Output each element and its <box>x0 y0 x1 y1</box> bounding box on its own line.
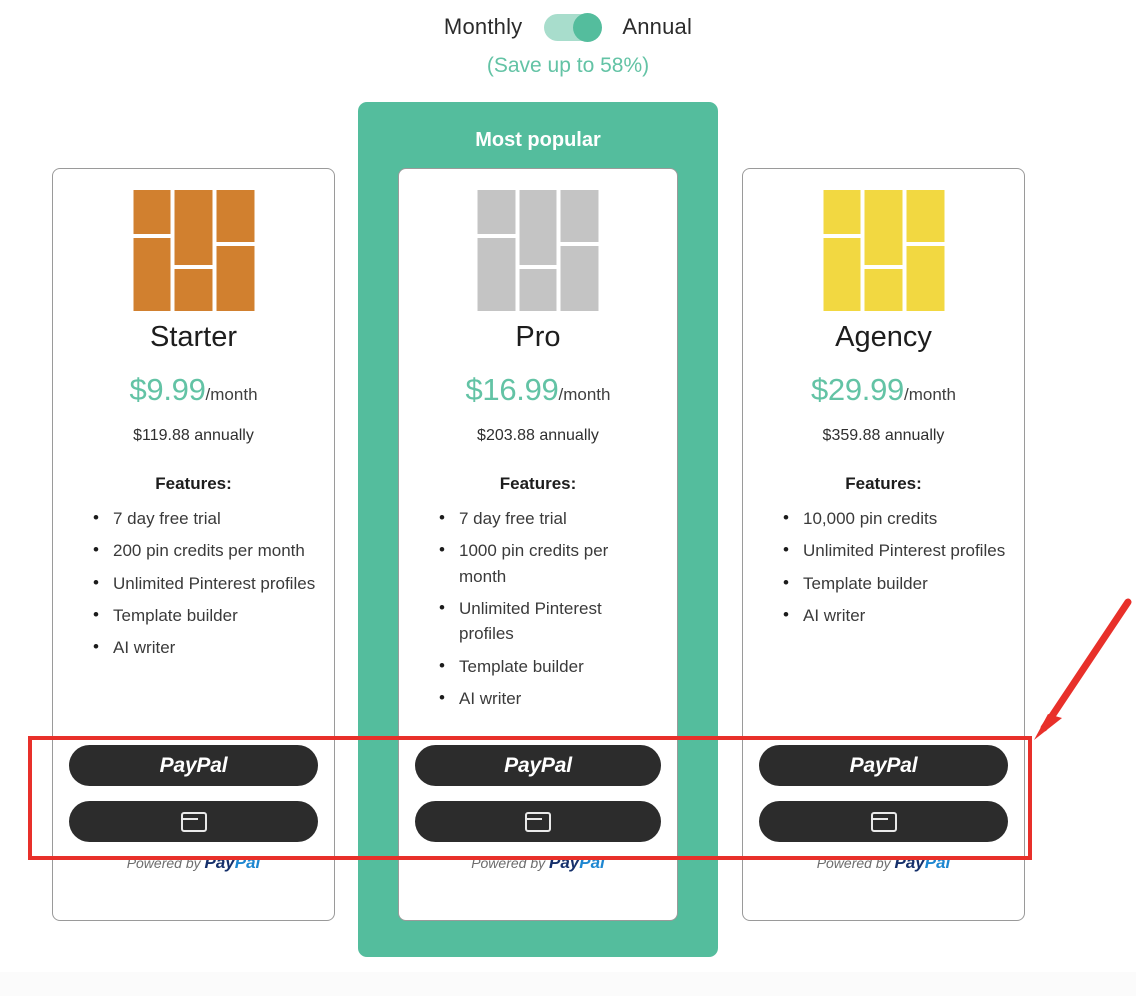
annotation-arrow-icon <box>1034 598 1132 740</box>
powered-by-paypal: Powered by PayPal <box>415 853 661 873</box>
feature-item: Unlimited Pinterest profiles <box>439 595 659 647</box>
feature-item: 7 day free trial <box>439 505 659 531</box>
payment-area: PayPal Powered by PayPal <box>415 745 661 873</box>
paypal-button[interactable]: PayPal <box>69 745 318 786</box>
monthly-label: Monthly <box>443 14 523 39</box>
feature-item: AI writer <box>439 685 659 711</box>
paypal-wordmark: PayPal <box>159 753 228 777</box>
billing-period-switch[interactable] <box>544 12 603 42</box>
price-amount: $29.99 <box>810 372 905 407</box>
features-heading: Features: <box>845 474 922 493</box>
debit-credit-card-button[interactable] <box>759 801 1008 842</box>
plan-price: $9.99/month <box>53 372 334 408</box>
plan-price: $29.99/month <box>743 372 1024 408</box>
payment-area: PayPal Powered by PayPal <box>759 745 1008 873</box>
features-list: 7 day free trial 1000 pin credits per mon… <box>437 505 659 718</box>
feature-item: Unlimited Pinterest profiles <box>783 537 1006 563</box>
plan-name: Starter <box>149 321 238 353</box>
page-bottom-band <box>0 972 1136 996</box>
paypal-pay-text: Pay <box>549 853 580 872</box>
feature-item: 7 day free trial <box>93 505 316 531</box>
paypal-button[interactable]: PayPal <box>415 745 661 786</box>
features-list: 10,000 pin credits Unlimited Pinterest pr… <box>781 505 1006 635</box>
paypal-wordmark: PayPal <box>849 753 918 777</box>
savings-note: (Save up to 58%) <box>486 54 650 77</box>
mosaic-grid-icon <box>133 190 254 311</box>
plan-annual-price: $119.88 annually <box>133 427 254 444</box>
most-popular-badge: Most popular <box>475 129 601 151</box>
annual-label: Annual <box>622 14 693 39</box>
plan-annual-price: $359.88 annually <box>822 427 945 444</box>
plan-price: $16.99/month <box>399 372 677 408</box>
paypal-pay-text: Pay <box>894 853 925 872</box>
plan-annual-price: $203.88 annually <box>477 427 599 444</box>
feature-item: Template builder <box>439 653 659 679</box>
credit-card-icon <box>525 811 551 832</box>
payment-area: PayPal Powered by PayPal <box>69 745 318 873</box>
powered-by-paypal: Powered by PayPal <box>759 853 1008 873</box>
plan-name: Pro <box>515 321 561 353</box>
paypal-pay-text: Pay <box>204 853 235 872</box>
billing-period-toggle-row: Monthly Annual <box>0 8 1136 46</box>
pricing-card-agency[interactable]: Agency $29.99/month $359.88 annually Fea… <box>742 168 1025 921</box>
features-heading: Features: <box>499 474 577 493</box>
credit-card-icon <box>870 811 897 832</box>
debit-credit-card-button[interactable] <box>415 801 661 842</box>
feature-item: 10,000 pin credits <box>783 505 1006 531</box>
feature-item: AI writer <box>783 602 1006 628</box>
price-period: /month <box>558 385 611 404</box>
paypal-button[interactable]: PayPal <box>759 745 1008 786</box>
features-heading: Features: <box>155 474 232 493</box>
price-amount: $16.99 <box>465 372 559 407</box>
price-amount: $9.99 <box>129 372 206 407</box>
paypal-pal-text: Pal <box>924 853 951 872</box>
pricing-card-pro[interactable]: Pro $16.99/month $203.88 annually Featur… <box>398 168 678 921</box>
mosaic-grid-icon <box>477 190 599 311</box>
powered-prefix: Powered by <box>471 855 550 871</box>
powered-prefix: Powered by <box>126 855 205 871</box>
price-period: /month <box>205 385 258 404</box>
powered-prefix: Powered by <box>816 855 895 871</box>
plan-name: Agency <box>835 321 932 353</box>
feature-item: Unlimited Pinterest profiles <box>93 570 316 596</box>
debit-credit-card-button[interactable] <box>69 801 318 842</box>
feature-item: 1000 pin credits per month <box>439 537 659 589</box>
feature-item: Template builder <box>93 602 316 628</box>
mosaic-grid-icon <box>823 190 944 311</box>
feature-item: 200 pin credits per month <box>93 537 316 563</box>
feature-item: Template builder <box>783 570 1006 596</box>
pricing-card-starter[interactable]: Starter $9.99/month $119.88 annually Fea… <box>52 168 335 921</box>
powered-by-paypal: Powered by PayPal <box>69 853 318 873</box>
features-list: 7 day free trial 200 pin credits per mont… <box>91 505 316 668</box>
paypal-pal-text: Pal <box>234 853 261 872</box>
price-period: /month <box>904 385 956 404</box>
credit-card-icon <box>180 811 207 832</box>
feature-item: AI writer <box>93 634 316 660</box>
paypal-wordmark: PayPal <box>504 753 572 777</box>
paypal-pal-text: Pal <box>579 853 605 872</box>
switch-knob <box>573 12 603 42</box>
